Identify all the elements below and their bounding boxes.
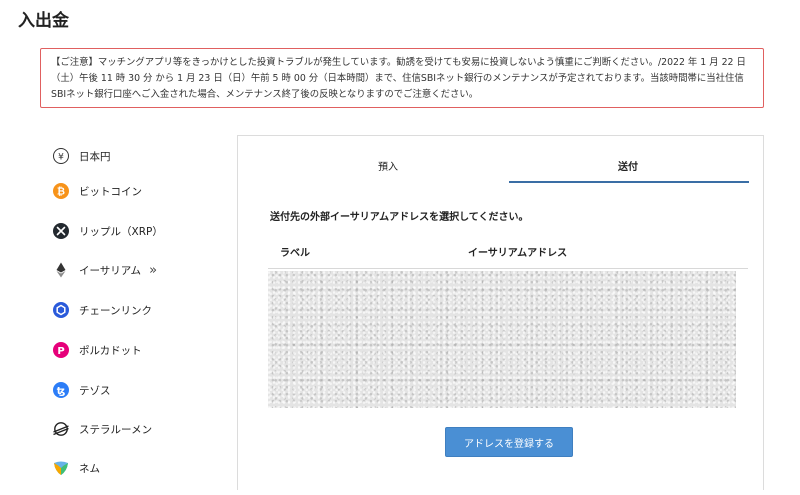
- table-divider: [268, 268, 748, 269]
- ethereum-icon: [52, 261, 70, 279]
- sidebar-item-tezos[interactable]: ꜩ テゾス: [52, 379, 111, 401]
- transfer-panel: 預入 送付 送付先の外部イーサリアムアドレスを選択してください。 ラベル イーサ…: [237, 135, 764, 490]
- xrp-icon: [52, 222, 70, 240]
- stellar-icon: [52, 420, 70, 438]
- sidebar-item-label: リップル（XRP）: [79, 225, 163, 238]
- notice-box: 【ご注意】マッチングアプリ等をきっかけとした投資トラブルが発生しています。勧誘を…: [40, 48, 764, 108]
- sidebar-item-label: 日本円: [79, 150, 111, 163]
- sidebar-item-label: テゾス: [79, 384, 111, 397]
- svg-text:P: P: [57, 346, 64, 357]
- sidebar-item-polkadot[interactable]: P ポルカドット: [52, 339, 142, 361]
- svg-text:ꜩ: ꜩ: [57, 386, 66, 397]
- redacted-address-list: [268, 271, 736, 408]
- tezos-icon: ꜩ: [52, 381, 70, 399]
- sidebar-item-label: ネム: [79, 462, 100, 475]
- double-chevron-right-icon: »: [149, 262, 158, 278]
- sidebar-item-label: ビットコイン: [79, 185, 142, 198]
- send-instruction: 送付先の外部イーサリアムアドレスを選択してください。: [270, 212, 529, 223]
- active-tab-indicator: [509, 181, 749, 183]
- sidebar-item-label: ステラルーメン: [79, 423, 153, 436]
- sidebar-item-chainlink[interactable]: チェーンリンク: [52, 299, 152, 321]
- polkadot-icon: P: [52, 341, 70, 359]
- register-address-button[interactable]: アドレスを登録する: [445, 427, 573, 457]
- sidebar-item-ethereum[interactable]: イーサリアム »: [52, 259, 157, 281]
- svg-text:¥: ¥: [58, 153, 64, 163]
- svg-text:₿: ₿: [57, 186, 65, 198]
- sidebar-item-stellar[interactable]: ステラルーメン: [52, 418, 152, 440]
- chainlink-icon: [52, 301, 70, 319]
- page-title: 入出金: [18, 11, 69, 31]
- sidebar-item-label: イーサリアム: [79, 264, 142, 277]
- column-header-label: ラベル: [280, 248, 310, 259]
- tab-deposit[interactable]: 預入: [268, 158, 508, 173]
- sidebar-item-bitcoin[interactable]: ₿ ビットコイン: [52, 180, 142, 202]
- column-header-address: イーサリアムアドレス: [468, 248, 568, 259]
- tab-send[interactable]: 送付: [508, 158, 748, 173]
- sidebar-item-nem[interactable]: ネム: [52, 457, 100, 479]
- sidebar-item-label: ポルカドット: [79, 344, 142, 357]
- bitcoin-icon: ₿: [52, 182, 70, 200]
- nem-icon: [52, 459, 70, 477]
- notice-text: 【ご注意】マッチングアプリ等をきっかけとした投資トラブルが発生しています。勧誘を…: [51, 57, 746, 100]
- yen-icon: ¥: [52, 147, 70, 165]
- sidebar-item-jpy[interactable]: ¥ 日本円: [52, 145, 111, 167]
- sidebar-item-xrp[interactable]: リップル（XRP）: [52, 220, 163, 242]
- sidebar-item-label: チェーンリンク: [79, 304, 152, 317]
